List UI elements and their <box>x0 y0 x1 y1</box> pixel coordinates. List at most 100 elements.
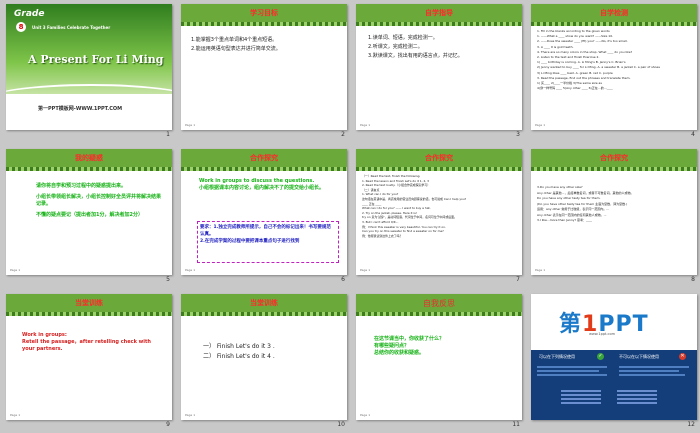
slide-header: 合作探究 <box>250 154 278 162</box>
slide-number: 9 <box>166 421 170 428</box>
slide-11[interactable]: 自我反思 在这节课当中，你收获了什么？ 有哪些疑问点？ 总结你的收获和疑惑。 P… <box>356 294 522 420</box>
link-row <box>619 366 689 368</box>
slide-body: 在这节课当中，你收获了什么？ 有哪些疑问点？ 总结你的收获和疑惑。 <box>374 336 514 357</box>
slide-body: 1.读单词、短语，完成检测一。 2.听课文，完成检测二。 3.默读课文，找出有用… <box>368 34 463 61</box>
slide-body: 1.能掌握3个重点单词和4个重点短语。 2.能运用英语句型表达并进行简单交流。 <box>191 36 281 54</box>
link-row <box>561 402 601 404</box>
requirements-text: 要求：1.独立完成教师所提示，自己不会的标记出来！书写要规范认真。 2.在完成学… <box>200 224 335 245</box>
slide-number: 11 <box>512 421 520 428</box>
slide-header: 自学指导 <box>425 9 453 17</box>
page-footer: Page 1 <box>535 123 546 127</box>
slide-1[interactable]: Grade 8 Unit 3 Families Celebrate Togeth… <box>6 4 172 130</box>
link-row <box>619 374 685 376</box>
not-allowed-heading: 不可以在以下情况使用 <box>619 354 659 359</box>
page-footer: Page 1 <box>360 268 371 272</box>
slide-thumbnail-12[interactable]: 第1PPT www.1ppt.com ✓ ✕ 可以在下列情况使用 不可以在以下情… <box>531 294 697 430</box>
body-line: 2.在完成学案的过程中要把课本重点句子进行找到 <box>200 239 300 244</box>
slide-number: 1 <box>166 131 170 138</box>
page-footer: Page 1 <box>360 123 371 127</box>
slide-9[interactable]: 当堂训练 Work in groups: Retell the passage，… <box>6 294 172 420</box>
slide-body: 一） Finish Let's do it 3 . 二） Finish Let'… <box>203 342 275 362</box>
page-footer: Page 1 <box>10 413 21 417</box>
link-row <box>617 390 657 392</box>
slide-3[interactable]: 自学指导 1.读单词、短语，完成检测一。 2.听课文，完成检测二。 3.默读课文… <box>356 4 522 130</box>
header-stripes <box>6 167 172 171</box>
slide-thumbnail-6[interactable]: 合作探究 Work in groups to discuss the quest… <box>181 149 347 285</box>
slide-12[interactable]: 第1PPT www.1ppt.com ✓ ✕ 可以在下列情况使用 不可以在以下情… <box>531 294 697 420</box>
page-footer: Page 1 <box>360 413 371 417</box>
page-footer: Page 1 <box>185 123 196 127</box>
slide-number: 6 <box>341 276 345 283</box>
link-row <box>619 370 679 372</box>
link-row <box>561 398 601 400</box>
usage-terms-panel: ✓ ✕ 可以在下列情况使用 不可以在以下情况使用 <box>531 350 697 420</box>
header-stripes <box>181 167 347 171</box>
body-line: 一） Finish Let's do it 3 . <box>203 343 275 350</box>
check-icon: ✓ <box>597 353 604 360</box>
body-line: 2.听课文，完成检测二。 <box>368 44 423 50</box>
slide-7[interactable]: 合作探究 （一）Read the text, finish the follow… <box>356 149 522 275</box>
body-line: 二） Finish Let's do it 4 . <box>203 353 275 360</box>
slide-4[interactable]: 自学检测 1. Fill in the blanks according to … <box>531 4 697 130</box>
body-line: 在这节课当中，你收获了什么？ <box>374 336 445 342</box>
slide-thumbnail-10[interactable]: 当堂训练 一） Finish Let's do it 3 . 二） Finish… <box>181 294 347 430</box>
body-line: 请你将自学和预习过程中的疑惑提出来。 <box>36 183 127 189</box>
body-line: 例：他帮我试穿这件上衣了吗？ <box>362 233 403 238</box>
body-line: 总结你的收获和疑惑。 <box>374 350 425 356</box>
grade-number-badge: 8 <box>16 22 26 32</box>
slide-thumbnail-3[interactable]: 自学指导 1.读单词、短语，完成检测一。 2.听课文，完成检测二。 3.默读课文… <box>356 4 522 140</box>
slide-8[interactable]: 合作探究 3.Do you have any other size? Any o… <box>531 149 697 275</box>
header-stripes <box>181 22 347 26</box>
slide-number: 7 <box>516 276 520 283</box>
link-row <box>617 394 657 396</box>
slide-thumbnail-1[interactable]: Grade 8 Unit 3 Families Celebrate Togeth… <box>6 4 172 140</box>
slide-thumbnail-9[interactable]: 当堂训练 Work in groups: Retell the passage，… <box>6 294 172 430</box>
slide-number: 8 <box>691 276 695 283</box>
body-line: 1.能掌握3个重点单词和4个重点短语。 <box>191 37 278 43</box>
page-footer: Page 1 <box>185 413 196 417</box>
body-line: 小组长带领组长解决，小组长控制好全员评并将解决结果记录。 <box>36 194 162 207</box>
slide-thumbnail-2[interactable]: 学习目标 1.能掌握3个重点单词和4个重点短语。 2.能运用英语句型表达并进行简… <box>181 4 347 140</box>
slide-header: 自学检测 <box>600 9 628 17</box>
slide-body: 请你将自学和预习过程中的疑惑提出来。 小组长带领组长解决，小组长控制好全员评并将… <box>36 183 164 219</box>
body-line: Work in groups to discuss the questions. <box>199 178 315 184</box>
body-line: 有哪些疑问点？ <box>374 343 410 349</box>
slide-thumbnail-7[interactable]: 合作探究 （一）Read the text, finish the follow… <box>356 149 522 285</box>
slide-2[interactable]: 学习目标 1.能掌握3个重点单词和4个重点短语。 2.能运用英语句型表达并进行简… <box>181 4 347 130</box>
slide-header: 当堂训练 <box>75 299 103 307</box>
slide-5[interactable]: 我的疑惑 请你将自学和预习过程中的疑惑提出来。 小组长带领组长解决，小组长控制好… <box>6 149 172 275</box>
header-stripes <box>356 22 522 26</box>
body-line: 小组根据课本内容讨论，组内解决不了的提交给小组长。 <box>199 185 325 191</box>
body-line: 4)穿一样号码 ____ 5)Any other ____ 6)正在…的…___… <box>537 86 613 91</box>
allowed-heading: 可以在下列情况使用 <box>539 354 575 359</box>
slide-number: 4 <box>691 131 695 138</box>
slide-thumbnail-5[interactable]: 我的疑惑 请你将自学和预习过程中的疑惑提出来。 小组长带领组长解决，小组长控制好… <box>6 149 172 285</box>
slide-number: 10 <box>337 421 345 428</box>
slide-thumbnail-11[interactable]: 自我反思 在这节课当中，你收获了什么？ 有哪些疑问点？ 总结你的收获和疑惑。 P… <box>356 294 522 430</box>
slide-number: 12 <box>687 421 695 428</box>
link-row <box>561 390 601 392</box>
link-row <box>537 366 607 368</box>
slide-thumbnail-8[interactable]: 合作探究 3.Do you have any other size? Any o… <box>531 149 697 285</box>
slide-title: A Present For Li Ming <box>28 53 164 66</box>
slide-body: 3.Do you have any other size? Any other … <box>537 185 693 224</box>
slide-header: 我的疑惑 <box>75 154 103 162</box>
link-row <box>537 374 607 376</box>
link-row <box>537 370 599 372</box>
link-row <box>617 398 657 400</box>
slide-6[interactable]: 合作探究 Work in groups to discuss the quest… <box>181 149 347 275</box>
slide-header: 学习目标 <box>250 9 278 17</box>
header-stripes <box>356 312 522 316</box>
slide-number: 2 <box>341 131 345 138</box>
slide-header: 当堂训练 <box>250 299 278 307</box>
page-footer: Page 1 <box>10 268 21 272</box>
cross-icon: ✕ <box>679 353 686 360</box>
slide-header: 合作探究 <box>425 154 453 162</box>
slide-thumbnail-4[interactable]: 自学检测 1. Fill in the blanks according to … <box>531 4 697 140</box>
logo-char: 第 <box>559 312 583 337</box>
slide-10[interactable]: 当堂训练 一） Finish Let's do it 3 . 二） Finish… <box>181 294 347 420</box>
slide-body: Work in groups to discuss the questions.… <box>199 178 339 196</box>
ppt-logo-panel: 第1PPT www.1ppt.com <box>531 294 697 350</box>
body-line: Work in groups: <box>22 332 67 338</box>
slide-header: 自我反思 <box>423 299 455 308</box>
